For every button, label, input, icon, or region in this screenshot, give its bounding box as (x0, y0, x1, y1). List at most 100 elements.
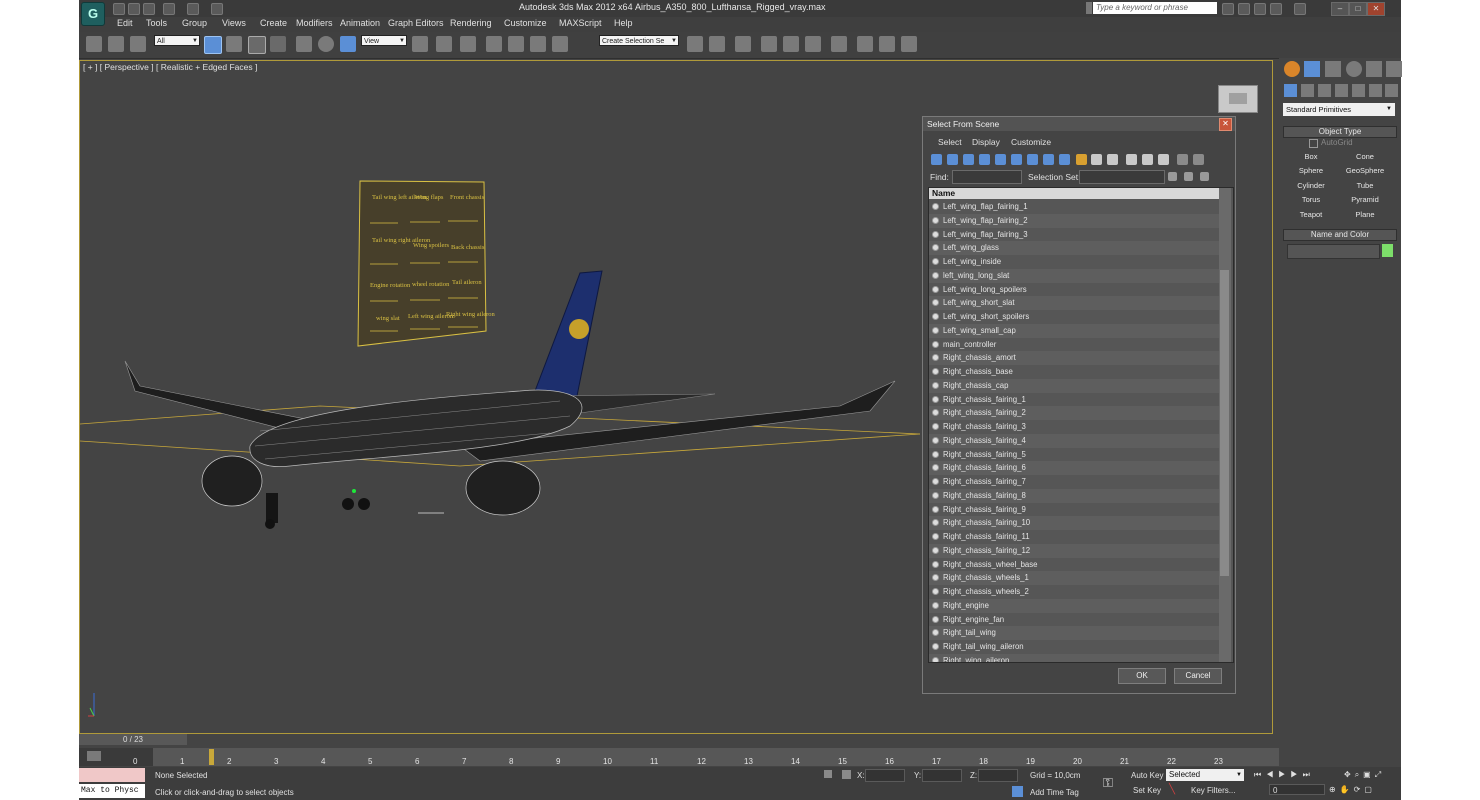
select-invert-icon[interactable] (1158, 154, 1169, 165)
find-input[interactable] (952, 170, 1022, 184)
minimize-button[interactable]: – (1331, 2, 1349, 16)
object-list-item[interactable]: Right_chassis_fairing_3 (929, 420, 1219, 434)
filter-shapes-icon[interactable] (947, 154, 958, 165)
helpers-icon[interactable] (1352, 84, 1365, 97)
object-list-item[interactable]: Right_chassis_fairing_5 (929, 448, 1219, 462)
dialog-close-button[interactable]: ✕ (1219, 118, 1232, 131)
open-file-icon[interactable] (128, 3, 140, 15)
object-list-item[interactable]: Right_chassis_fairing_2 (929, 406, 1219, 420)
auto-key-button[interactable]: Auto Key (1131, 771, 1163, 780)
dialog-menu-customize[interactable]: Customize (1011, 137, 1051, 147)
time-tag-icon[interactable] (1012, 786, 1023, 797)
menu-edit[interactable]: Edit (117, 18, 133, 28)
filter-bones-icon[interactable] (1059, 154, 1070, 165)
sphere-button[interactable]: Sphere (1286, 165, 1336, 177)
menu-rendering[interactable]: Rendering (450, 18, 492, 28)
object-list-item[interactable]: Right_chassis_fairing_11 (929, 530, 1219, 544)
box-button[interactable]: Box (1286, 151, 1336, 163)
save-file-icon[interactable] (143, 3, 155, 15)
key-filters-button[interactable]: Key Filters... (1191, 786, 1235, 795)
object-color-swatch[interactable] (1382, 244, 1393, 257)
schematic-view-icon[interactable] (805, 36, 821, 52)
material-editor-icon[interactable] (831, 36, 847, 52)
list-scroll-thumb[interactable] (1220, 270, 1229, 576)
menu-tools[interactable]: Tools (146, 18, 167, 28)
x-coordinate-field[interactable] (865, 769, 905, 782)
object-list-item[interactable]: Right_tail_wing_aileron (929, 640, 1219, 654)
rectangular-selection-icon[interactable] (248, 36, 266, 54)
object-list-item[interactable]: Left_wing_glass (929, 241, 1219, 255)
object-list-item[interactable]: Right_chassis_fairing_10 (929, 516, 1219, 530)
menu-views[interactable]: Views (222, 18, 246, 28)
angle-snap-icon[interactable] (508, 36, 524, 52)
filter-xrefs-icon[interactable] (1043, 154, 1054, 165)
maximize-button[interactable]: □ (1349, 2, 1367, 16)
filter-cameras-icon[interactable] (979, 154, 990, 165)
object-type-rollout[interactable]: Object Type (1283, 126, 1397, 138)
menu-graph-editors[interactable]: Graph Editors (388, 18, 444, 28)
pivot-center-icon[interactable] (412, 36, 428, 52)
pyramid-button[interactable]: Pyramid (1340, 194, 1390, 206)
help-search-input[interactable]: Type a keyword or phrase (1093, 2, 1217, 14)
close-button[interactable]: ✕ (1367, 2, 1385, 16)
object-list-item[interactable]: Right_chassis_fairing_4 (929, 433, 1219, 448)
dialog-menu-select[interactable]: Select (938, 137, 962, 147)
project-folder-icon[interactable] (211, 3, 223, 15)
object-list-item[interactable]: Left_wing_long_spoilers (929, 283, 1219, 297)
selection-set-add-icon[interactable] (1168, 172, 1177, 181)
object-name-input[interactable] (1287, 244, 1380, 259)
display-tab-icon[interactable] (1366, 61, 1382, 77)
aircraft-model[interactable] (124, 270, 896, 529)
object-list-item[interactable]: Right_engine_fan (929, 613, 1219, 627)
filter-groups-icon[interactable] (1027, 154, 1038, 165)
rendered-frame-window-icon[interactable] (879, 36, 895, 52)
redo-icon[interactable] (187, 3, 199, 15)
object-list-item[interactable]: Left_wing_short_slat (929, 296, 1219, 310)
tube-button[interactable]: Tube (1340, 180, 1390, 192)
hierarchy-tab-icon[interactable] (1325, 61, 1341, 77)
select-object-icon[interactable] (204, 36, 222, 54)
keyboard-shortcut-override-icon[interactable] (460, 36, 476, 52)
name-color-rollout[interactable]: Name and Color (1283, 229, 1397, 241)
object-list-item[interactable]: Right_chassis_fairing_8 (929, 488, 1219, 503)
cameras-icon[interactable] (1335, 84, 1348, 97)
undo-icon[interactable] (163, 3, 175, 15)
viewport-orbit-controls[interactable]: ⊕✋⟳▢ (1329, 785, 1399, 794)
render-setup-icon[interactable] (857, 36, 873, 52)
name-column-header[interactable]: Name (929, 188, 1219, 199)
menu-help[interactable]: Help (614, 18, 633, 28)
selection-set-dropdown[interactable] (1079, 170, 1165, 184)
plane-button[interactable]: Plane (1340, 209, 1390, 221)
primitive-category-dropdown[interactable]: Standard Primitives ▼ (1283, 103, 1395, 116)
viewport-navigation-controls[interactable]: ✥⌕▣⤢ (1344, 770, 1399, 780)
object-list-item[interactable]: Left_wing_small_cap (929, 323, 1219, 338)
object-list-item[interactable]: main_controller (929, 338, 1219, 352)
trackbar-menu[interactable] (79, 748, 153, 766)
viewcube-face[interactable] (1229, 93, 1247, 104)
filter-funnel-icon[interactable] (1177, 154, 1188, 165)
key-filters-icon[interactable]: ╲ (1169, 784, 1181, 796)
z-coordinate-field[interactable] (978, 769, 1018, 782)
shapes-icon[interactable] (1301, 84, 1314, 97)
move-icon[interactable] (296, 36, 312, 52)
select-manipulate-icon[interactable] (436, 36, 452, 52)
geometry-icon[interactable] (1284, 84, 1297, 97)
display-none-icon[interactable] (1091, 154, 1102, 165)
object-list-item[interactable]: Right_chassis_fairing_12 (929, 543, 1219, 558)
cylinder-button[interactable]: Cylinder (1286, 180, 1336, 192)
object-list[interactable]: Name Left_wing_flap_fairing_1 Left_wing_f… (928, 187, 1234, 663)
mirror-icon[interactable] (687, 36, 703, 52)
filter-geometry-icon[interactable] (931, 154, 942, 165)
viewcube[interactable] (1218, 85, 1258, 113)
list-scrollbar[interactable] (1219, 188, 1231, 662)
object-list-item[interactable]: Left_wing_inside (929, 255, 1219, 269)
space-warps-icon[interactable] (1369, 84, 1382, 97)
search-icon[interactable] (1222, 3, 1234, 15)
object-list-item[interactable]: Right_chassis_wheel_base (929, 558, 1219, 572)
object-list-item[interactable]: Right_chassis_fairing_1 (929, 393, 1219, 407)
graphite-ribbon-icon[interactable] (761, 36, 777, 52)
autogrid-checkbox[interactable] (1309, 139, 1318, 148)
modify-tab-icon[interactable] (1304, 61, 1320, 77)
subscription-icon[interactable] (1238, 3, 1250, 15)
menu-create[interactable]: Create (260, 18, 287, 28)
